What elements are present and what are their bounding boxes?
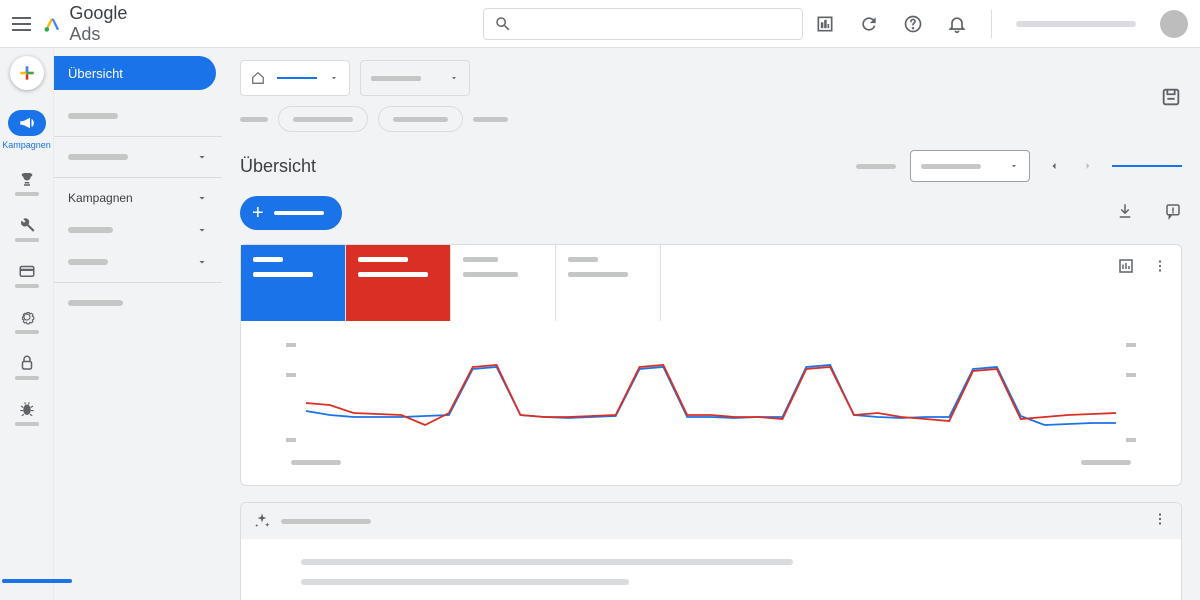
sparkle-icon	[253, 512, 271, 530]
caret-down-icon	[449, 73, 459, 83]
nav-overview[interactable]: Übersicht	[54, 56, 216, 90]
tools-icon	[18, 216, 36, 234]
metric-tab-4[interactable]	[556, 245, 661, 321]
menu-icon[interactable]	[12, 12, 31, 36]
home-icon	[251, 71, 265, 85]
nav-item[interactable]	[54, 141, 222, 173]
download-icon	[1116, 202, 1134, 220]
nav-rail: Kampagnen	[0, 48, 54, 600]
filter-chip[interactable]	[278, 106, 368, 132]
line-chart	[261, 335, 1161, 455]
account-selector[interactable]	[240, 60, 350, 96]
rail-admin[interactable]	[0, 308, 53, 334]
header-actions	[815, 10, 1188, 38]
plus-icon	[17, 63, 37, 83]
date-range-picker[interactable]	[910, 150, 1030, 182]
chevron-down-icon	[196, 192, 208, 204]
download-button[interactable]	[1116, 202, 1134, 225]
caret-down-icon	[329, 73, 339, 83]
google-ads-logo-icon	[43, 12, 61, 36]
performance-chart-card	[240, 244, 1182, 486]
chevron-left-icon	[1048, 160, 1060, 172]
prev-period[interactable]	[1044, 156, 1064, 176]
filter-chip[interactable]	[378, 106, 463, 132]
nav-item[interactable]	[54, 214, 222, 246]
page-title: Übersicht	[240, 156, 316, 177]
feedback-button[interactable]	[1164, 202, 1182, 225]
chevron-right-icon	[1082, 160, 1094, 172]
brand-logo[interactable]: Google Ads	[43, 3, 141, 45]
secondary-nav: Übersicht Kampagnen	[54, 48, 222, 600]
metric-tab-3[interactable]	[451, 245, 556, 321]
rail-tools[interactable]	[0, 216, 53, 242]
lock-icon	[18, 354, 36, 372]
metric-tab-2[interactable]	[346, 245, 451, 321]
caret-down-icon	[1009, 161, 1019, 171]
megaphone-icon	[18, 114, 36, 132]
search-input[interactable]	[483, 8, 803, 40]
chevron-down-icon	[196, 256, 208, 268]
plus-icon: +	[252, 203, 264, 223]
rail-goals[interactable]	[0, 170, 53, 196]
reports-icon[interactable]	[815, 14, 835, 34]
more-vert-icon	[1151, 257, 1169, 275]
save-button[interactable]	[1160, 86, 1182, 108]
trophy-icon	[18, 170, 36, 188]
more-vert-icon	[1151, 510, 1169, 528]
chevron-down-icon	[196, 224, 208, 236]
insights-card	[240, 502, 1182, 600]
nav-campaigns[interactable]: Kampagnen	[54, 182, 222, 214]
search-icon	[494, 15, 512, 33]
nav-item[interactable]	[54, 246, 222, 278]
gear-icon	[18, 308, 36, 326]
rail-bug[interactable]	[0, 400, 53, 426]
chart-icon	[1117, 257, 1135, 275]
rail-billing[interactable]	[0, 262, 53, 288]
chevron-down-icon	[196, 151, 208, 163]
refresh-icon[interactable]	[859, 14, 879, 34]
card-menu-button[interactable]	[1151, 510, 1169, 533]
create-fab[interactable]	[10, 56, 44, 90]
account-label	[1016, 21, 1136, 27]
feedback-icon	[1164, 202, 1182, 220]
card-icon	[18, 262, 36, 280]
rail-security[interactable]	[0, 354, 53, 380]
card-menu-button[interactable]	[1151, 257, 1169, 280]
nav-item[interactable]	[54, 100, 222, 132]
new-campaign-button[interactable]: +	[240, 196, 342, 230]
expand-chart-button[interactable]	[1117, 257, 1135, 280]
rail-campaigns[interactable]: Kampagnen	[0, 110, 53, 150]
user-avatar[interactable]	[1160, 10, 1188, 38]
nav-item[interactable]	[54, 287, 222, 319]
next-period[interactable]	[1078, 156, 1098, 176]
bug-icon	[18, 400, 36, 418]
notifications-icon[interactable]	[947, 14, 967, 34]
app-header: Google Ads	[0, 0, 1200, 48]
metric-tab-1[interactable]	[241, 245, 346, 321]
view-selector[interactable]	[360, 60, 470, 96]
help-icon[interactable]	[903, 14, 923, 34]
rail-footer[interactable]	[0, 572, 72, 590]
main-content: Übersicht +	[222, 48, 1200, 600]
